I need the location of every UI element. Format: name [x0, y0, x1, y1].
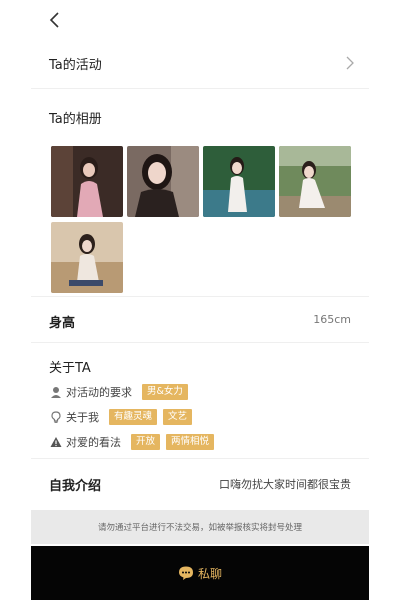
intro-label: 自我介绍: [49, 479, 102, 494]
photo-4-image: [279, 146, 351, 217]
person-icon: [49, 385, 63, 399]
divider: [31, 458, 369, 459]
intro-value: 口嗨勿扰大家时间都很宝贵: [219, 478, 351, 491]
top-bar: [31, 0, 369, 40]
height-row: 身高 165cm: [31, 300, 369, 342]
about-title: 关于TA: [49, 361, 91, 376]
tag: 有趣灵魂: [109, 409, 158, 425]
activity-requirement-line: 对活动的要求 男&女力: [49, 383, 194, 401]
divider: [31, 342, 369, 343]
tag: 开放: [131, 434, 161, 450]
photo-3-image: [203, 146, 275, 217]
love-view-line: 对爱的看法 开放 两情相悦: [49, 433, 220, 451]
activity-title: Ta的活动: [49, 58, 102, 73]
prop-label: 对活动的要求: [66, 386, 132, 399]
album-title: Ta的相册: [49, 112, 102, 127]
height-label: 身高: [49, 316, 76, 331]
chat-button-content: 私聊: [178, 565, 222, 582]
activity-row[interactable]: Ta的活动: [31, 44, 369, 84]
tag: 两情相悦: [166, 434, 215, 450]
chat-label: 私聊: [197, 566, 222, 581]
divider: [31, 296, 369, 297]
album-photo-1[interactable]: [51, 146, 123, 217]
height-value: 165cm: [313, 313, 351, 326]
photo-2-image: [127, 146, 199, 217]
back-button[interactable]: [45, 10, 65, 30]
divider: [31, 88, 369, 89]
prop-label: 关于我: [66, 411, 99, 424]
photo-5-image: [51, 222, 123, 293]
about-me-line: 关于我 有趣灵魂 文艺: [49, 408, 198, 426]
photo-1-image: [51, 146, 123, 217]
album-photo-5[interactable]: [51, 222, 123, 293]
album-photo-4[interactable]: [279, 146, 351, 217]
profile-page: Ta的活动 Ta的相册 身高 165cm 关于TA 对活动的要求 男&女力 关于…: [31, 0, 369, 600]
chevron-right-icon: [346, 56, 354, 70]
album-photo-3[interactable]: [203, 146, 275, 217]
chat-bubble-icon: [178, 566, 193, 580]
tag: 文艺: [163, 409, 193, 425]
lightbulb-icon: [49, 410, 63, 424]
warning-icon: [49, 435, 63, 449]
notice-banner: 请勿通过平台进行不法交易，如被举报核实将封号处理: [31, 510, 369, 544]
tag: 男&女力: [142, 384, 188, 400]
private-chat-button[interactable]: 私聊: [31, 546, 369, 600]
prop-label: 对爱的看法: [66, 436, 121, 449]
chevron-left-icon: [49, 12, 59, 28]
album-photo-2[interactable]: [127, 146, 199, 217]
intro-row: 自我介绍 口嗨勿扰大家时间都很宝贵: [31, 466, 369, 506]
notice-text: 请勿通过平台进行不法交易，如被举报核实将封号处理: [97, 523, 302, 533]
